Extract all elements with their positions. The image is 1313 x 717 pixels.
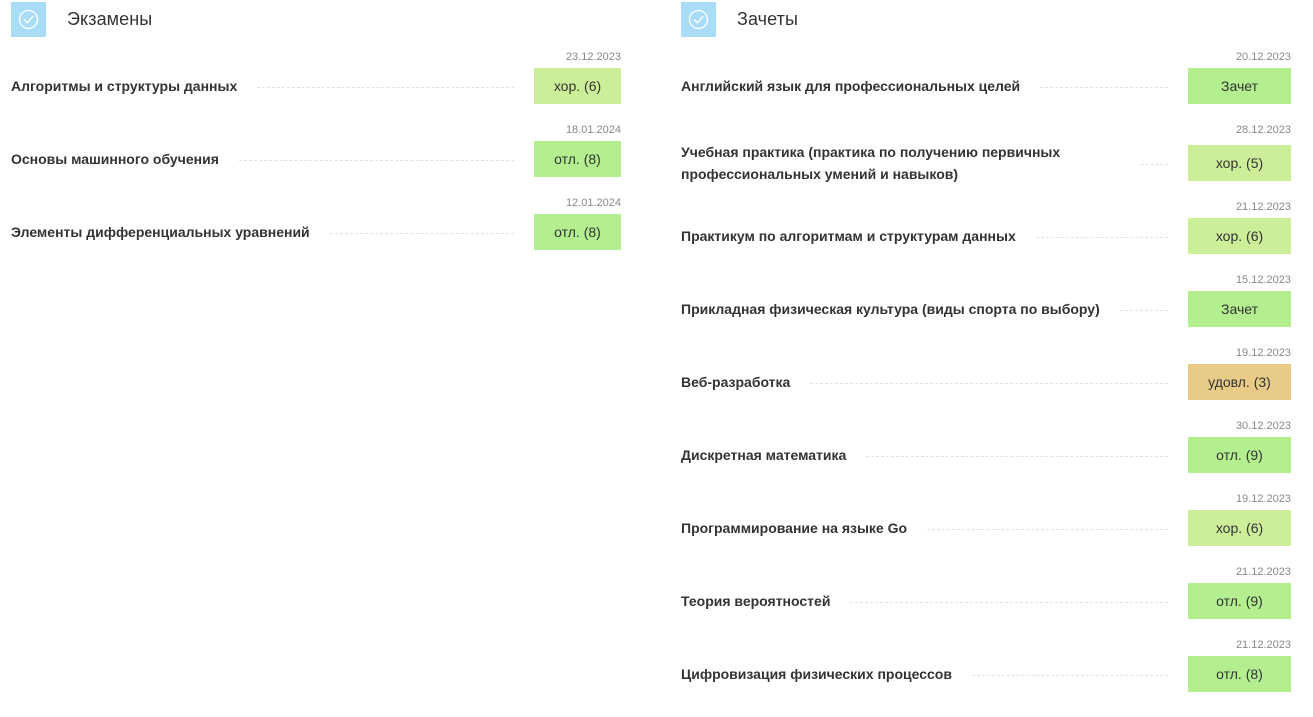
grade-badge: удовл. (3) <box>1188 364 1291 400</box>
dotted-leader <box>238 159 514 161</box>
subject-name: Алгоритмы и структуры данных <box>11 78 238 94</box>
credit-date: 20.12.2023 <box>1235 51 1291 63</box>
grade-badge: хор. (6) <box>1188 510 1291 546</box>
credit-date: 21.12.2023 <box>1235 201 1291 213</box>
dotted-leader <box>971 674 1168 676</box>
list-item[interactable]: 21.12.2023 Практикум по алгоритмам и стр… <box>681 201 1291 274</box>
grade-badge: отл. (9) <box>1188 437 1291 473</box>
exams-title: Экзамены <box>67 9 153 29</box>
dotted-leader <box>850 601 1168 603</box>
subject-name: Прикладная физическая культура (виды спо… <box>681 301 1100 317</box>
grade-badge: отл. (8) <box>534 214 621 250</box>
subject-name: Английский язык для профессиональных цел… <box>681 78 1021 94</box>
list-item[interactable]: 15.12.2023 Прикладная физическая культур… <box>681 274 1291 347</box>
subject-name: Программирование на языке Go <box>681 520 908 536</box>
list-item[interactable]: 28.12.2023 Учебная практика (практика по… <box>681 124 1291 201</box>
grade-badge: хор. (6) <box>534 68 621 104</box>
credits-title: Зачеты <box>737 9 799 29</box>
grade-badge: Зачет <box>1188 291 1291 327</box>
grade-badge: отл. (8) <box>534 141 621 177</box>
list-item[interactable]: 23.12.2023 Алгоритмы и структуры данных … <box>11 51 621 124</box>
dotted-leader <box>927 528 1168 530</box>
exams-list: 23.12.2023 Алгоритмы и структуры данных … <box>11 51 621 270</box>
list-item[interactable]: 19.12.2023 Программирование на языке Go … <box>681 493 1291 566</box>
exams-section: Экзамены 23.12.2023 Алгоритмы и структур… <box>11 2 621 270</box>
subject-name: Цифровизация физических процессов <box>681 666 952 682</box>
exam-date: 23.12.2023 <box>565 51 621 63</box>
exam-date: 12.01.2024 <box>565 197 621 209</box>
subject-name: Теория вероятностей <box>681 593 831 609</box>
dotted-leader <box>810 382 1168 384</box>
grade-badge: отл. (8) <box>1188 656 1291 692</box>
list-item[interactable]: 12.01.2024 Элементы дифференциальных ура… <box>11 197 621 270</box>
dotted-leader <box>866 455 1168 457</box>
dotted-leader <box>1119 309 1168 311</box>
exams-header: Экзамены <box>11 2 621 37</box>
grade-badge: хор. (5) <box>1188 145 1291 181</box>
credits-list: 20.12.2023 Английский язык для профессио… <box>681 51 1291 695</box>
credit-date: 21.12.2023 <box>1235 566 1291 578</box>
credit-date: 19.12.2023 <box>1235 347 1291 359</box>
check-circle-icon <box>11 2 46 37</box>
exam-date: 18.01.2024 <box>565 124 621 136</box>
subject-name: Учебная практика (практика по получению … <box>681 144 1061 182</box>
grade-badge: Зачет <box>1188 68 1291 104</box>
credit-date: 28.12.2023 <box>1235 124 1291 136</box>
grade-badge: хор. (6) <box>1188 218 1291 254</box>
credit-date: 21.12.2023 <box>1235 639 1291 651</box>
credit-date: 15.12.2023 <box>1235 274 1291 286</box>
subject-name: Элементы дифференциальных уравнений <box>11 224 310 240</box>
subject-name: Практикум по алгоритмам и структурам дан… <box>681 228 1016 244</box>
list-item[interactable]: 20.12.2023 Английский язык для профессио… <box>681 51 1291 124</box>
grade-badge: отл. (9) <box>1188 583 1291 619</box>
dotted-leader <box>329 232 514 234</box>
check-circle-icon <box>681 2 716 37</box>
credit-date: 19.12.2023 <box>1235 493 1291 505</box>
dotted-leader <box>1040 86 1168 88</box>
grades-page: Экзамены 23.12.2023 Алгоритмы и структур… <box>0 0 1313 717</box>
subject-name: Дискретная математика <box>681 447 847 463</box>
list-item[interactable]: 21.12.2023 Цифровизация физических проце… <box>681 639 1291 695</box>
list-item[interactable]: 18.01.2024 Основы машинного обучения отл… <box>11 124 621 197</box>
subject-name: Основы машинного обучения <box>11 151 219 167</box>
list-item[interactable]: 19.12.2023 Веб-разработка удовл. (3) <box>681 347 1291 420</box>
dotted-leader <box>1141 163 1168 165</box>
dotted-leader <box>257 86 514 88</box>
credits-section: Зачеты 20.12.2023 Английский язык для пр… <box>681 2 1291 695</box>
list-item[interactable]: 21.12.2023 Теория вероятностей отл. (9) <box>681 566 1291 639</box>
dotted-leader <box>1035 236 1168 238</box>
list-item[interactable]: 30.12.2023 Дискретная математика отл. (9… <box>681 420 1291 493</box>
credit-date: 30.12.2023 <box>1235 420 1291 432</box>
credits-header: Зачеты <box>681 2 1291 37</box>
subject-name: Веб-разработка <box>681 374 791 390</box>
